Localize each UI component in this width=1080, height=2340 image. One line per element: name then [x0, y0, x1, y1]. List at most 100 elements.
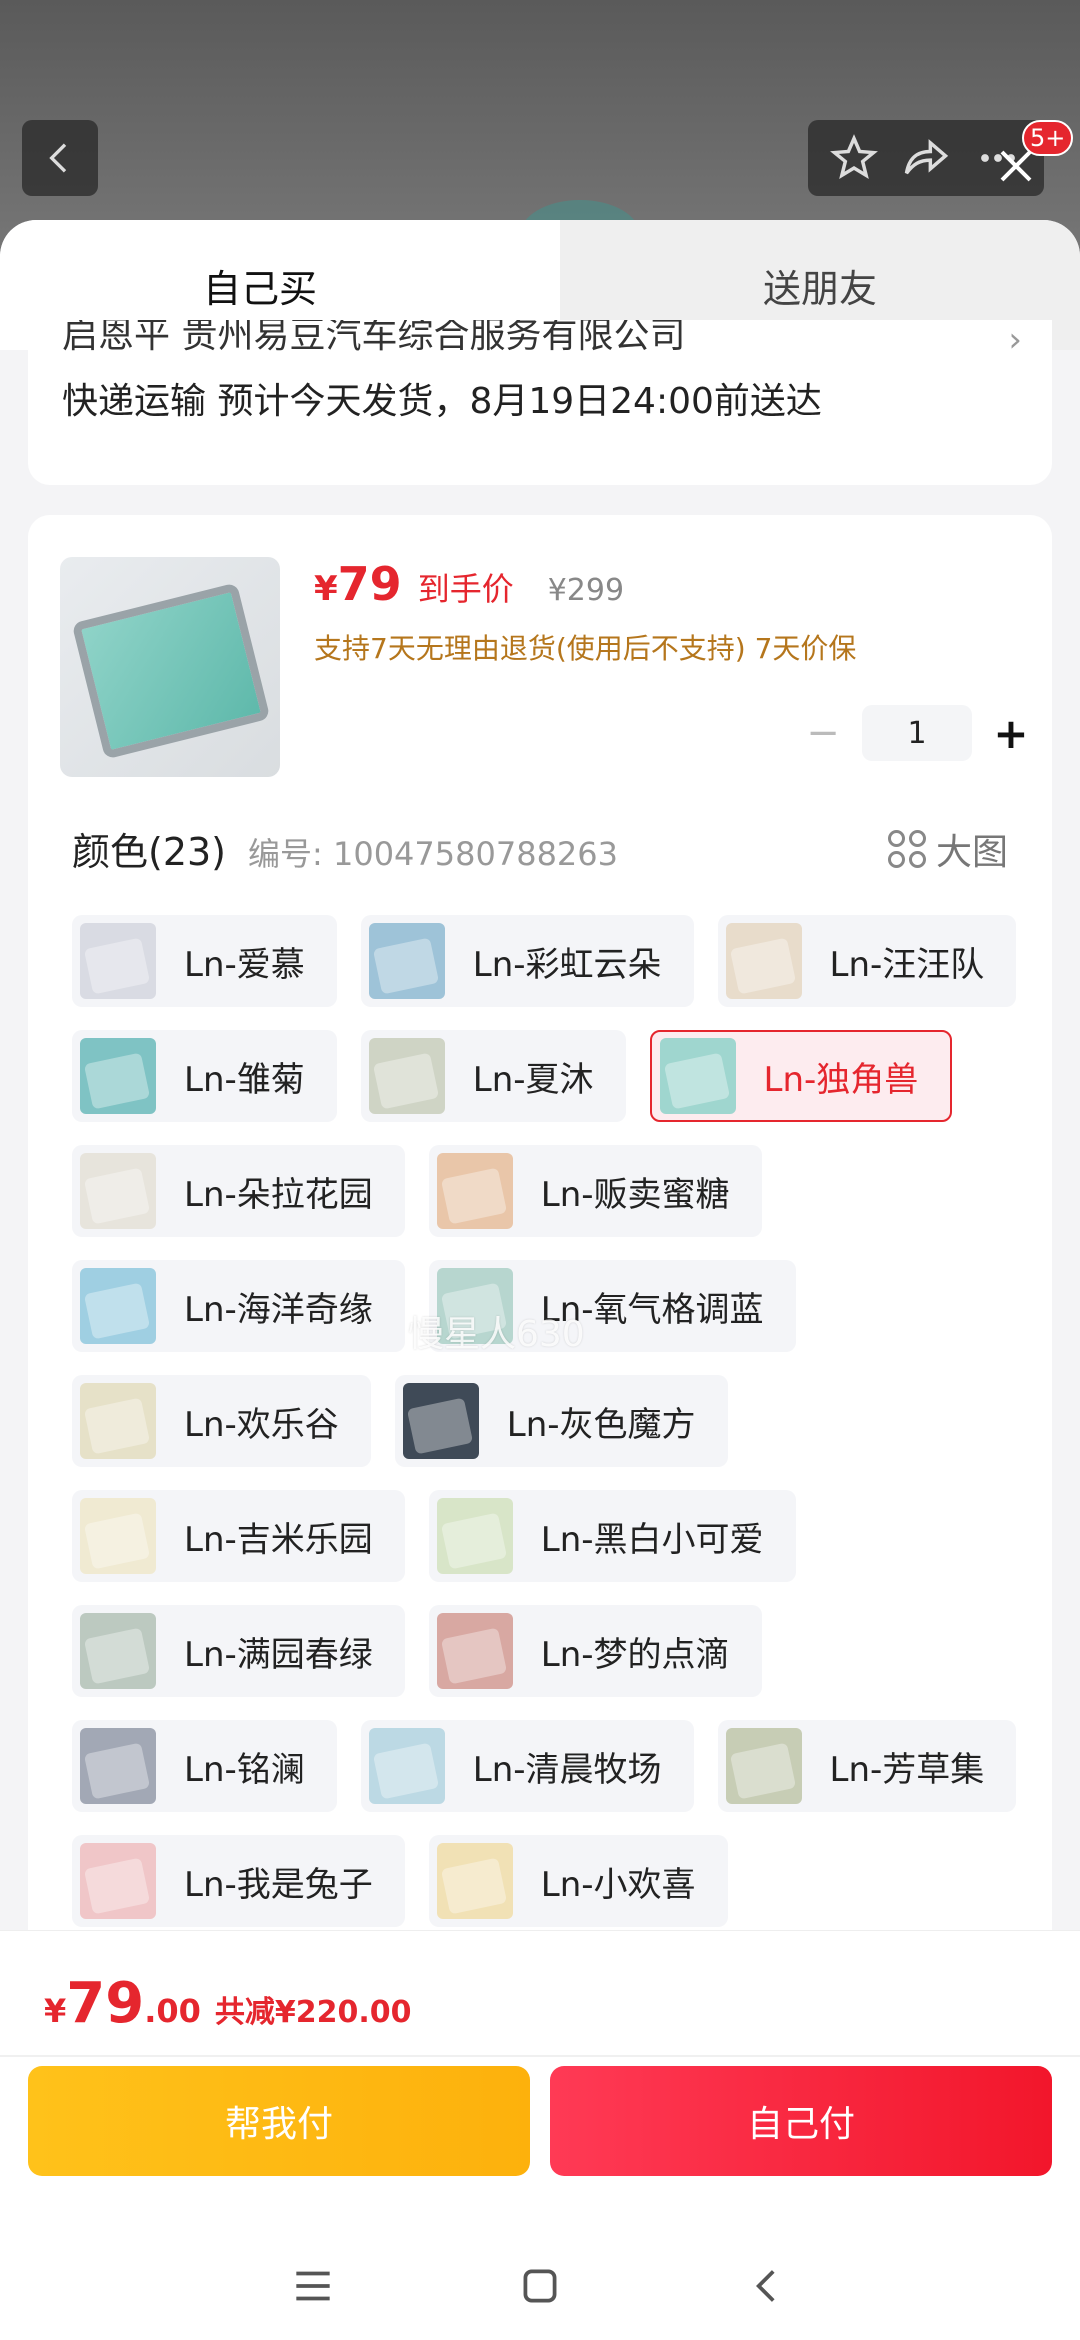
variant-chip[interactable]: Ln-夏沐 — [360, 1030, 626, 1122]
variant-swatch — [80, 1498, 156, 1574]
total-decimal: .00 — [144, 1992, 201, 2030]
variant-swatch — [80, 1038, 156, 1114]
color-header: 颜色(23) 编号: 10047580788263 — [72, 821, 618, 876]
menu-icon[interactable] — [288, 2261, 338, 2311]
variant-row: Ln-欢乐谷 Ln-灰色魔方 — [72, 1375, 1032, 1467]
help-pay-button[interactable]: 帮我付 — [28, 2066, 530, 2176]
variant-swatch — [368, 923, 445, 999]
product-code: 编号: 10047580788263 — [248, 835, 619, 873]
variant-chip[interactable]: Ln-满园春绿 — [72, 1605, 405, 1697]
variant-row: Ln-爱慕 Ln-彩虹云朵 Ln-汪汪队 — [72, 915, 1032, 1007]
address-line: 启恩平 贵州易豆汽车综合服务有限公司 — [62, 320, 686, 356]
home-icon[interactable] — [515, 2261, 565, 2311]
variant-chip[interactable]: Ln-彩虹云朵 — [360, 915, 694, 1007]
variant-row: Ln-朵拉花园 Ln-贩卖蜜糖 — [72, 1145, 1032, 1237]
variant-swatch — [436, 1613, 513, 1689]
variant-chip[interactable]: Ln-欢乐谷 — [72, 1375, 371, 1467]
variant-label: Ln-欢乐谷 — [184, 1404, 339, 1445]
quantity-value[interactable]: 1 — [862, 705, 972, 761]
variant-label: Ln-彩虹云朵 — [472, 944, 662, 985]
color-title: 颜色(23) — [72, 830, 227, 874]
variant-chip[interactable]: Ln-汪汪队 — [717, 915, 1017, 1007]
price-row: ¥ 79 到手价 ¥299 — [314, 557, 624, 611]
variant-swatch — [80, 1268, 156, 1344]
self-pay-button[interactable]: 自己付 — [550, 2066, 1052, 2176]
variant-swatch — [80, 1728, 156, 1804]
variant-chip[interactable]: Ln-清晨牧场 — [360, 1720, 694, 1812]
variant-chip[interactable]: Ln-氧气格调蓝 — [428, 1260, 796, 1352]
variant-swatch — [725, 1728, 802, 1804]
variant-chip[interactable]: Ln-雏菊 — [72, 1030, 337, 1122]
variant-chip[interactable]: Ln-小欢喜 — [428, 1835, 728, 1927]
total-price: ¥ 79 .00 共减¥220.00 — [44, 1971, 412, 2036]
variant-label: Ln-满园春绿 — [184, 1634, 373, 1675]
variant-label: Ln-汪汪队 — [829, 944, 985, 985]
variant-swatch — [80, 1613, 156, 1689]
shipping-info: 快递运输 预计今天发货，8月19日24:00前送达 — [62, 381, 822, 422]
original-price: ¥299 — [547, 573, 625, 608]
variant-label: Ln-朵拉花园 — [184, 1174, 373, 1215]
share-icon[interactable] — [900, 132, 952, 184]
close-button[interactable] — [988, 138, 1044, 194]
variant-swatch — [80, 923, 156, 999]
variant-chip[interactable]: Ln-黑白小可爱 — [428, 1490, 796, 1582]
chevron-right-icon: › — [1008, 320, 1022, 360]
variant-row: Ln-海洋奇缘 Ln-氧气格调蓝 — [72, 1260, 1032, 1352]
variant-label: Ln-夏沐 — [472, 1059, 594, 1100]
divider — [0, 2055, 1080, 2057]
back-button[interactable] — [22, 120, 98, 196]
variant-chip[interactable]: Ln-灰色魔方 — [394, 1375, 728, 1467]
variant-chip[interactable]: Ln-贩卖蜜糖 — [428, 1145, 762, 1237]
system-nav-bar — [0, 2231, 1080, 2340]
variant-label: Ln-灰色魔方 — [506, 1404, 696, 1445]
variant-list: Ln-爱慕 Ln-彩虹云朵 Ln-汪汪队 Ln-雏菊 Ln-夏沐 Ln-独角兽 Ln-朵拉花… — [72, 915, 1032, 1950]
variant-swatch — [368, 1728, 445, 1804]
product-thumbnail[interactable] — [60, 557, 280, 777]
variant-chip[interactable]: Ln-铭澜 — [72, 1720, 337, 1812]
variant-label: Ln-雏菊 — [184, 1059, 305, 1100]
total-symbol: ¥ — [44, 1992, 67, 2030]
return-policy: 支持7天无理由退货(使用后不支持) 7天价保 — [314, 632, 857, 665]
variant-row: Ln-我是兔子 Ln-小欢喜 — [72, 1835, 1032, 1927]
variant-chip[interactable]: Ln-海洋奇缘 — [72, 1260, 405, 1352]
increase-button[interactable]: + — [984, 709, 1038, 758]
variant-label: Ln-我是兔子 — [184, 1864, 373, 1905]
variant-swatch — [725, 923, 802, 999]
big-view-label: 大图 — [935, 832, 1008, 873]
decrease-button[interactable]: − — [796, 710, 850, 756]
variant-row: Ln-雏菊 Ln-夏沐 Ln-独角兽 — [72, 1030, 1032, 1122]
variant-row: Ln-铭澜 Ln-清晨牧场 Ln-芳草集 — [72, 1720, 1032, 1812]
quilt-image — [71, 582, 271, 760]
variant-swatch — [402, 1383, 479, 1459]
sku-card: ¥ 79 到手价 ¥299 支持7天无理由退货(使用后不支持) 7天价保 − 1… — [28, 515, 1052, 1965]
back-nav-icon[interactable] — [742, 2261, 792, 2311]
bottom-bar: ¥ 79 .00 共减¥220.00 帮我付 自己付 — [0, 1930, 1080, 2340]
address-card[interactable]: 启恩平 贵州易豆汽车综合服务有限公司 › 快递运输 预计今天发货，8月19日24… — [28, 320, 1052, 485]
variant-swatch — [659, 1038, 736, 1114]
variant-label: Ln-爱慕 — [184, 944, 305, 985]
variant-swatch — [368, 1038, 445, 1114]
variant-chip[interactable]: Ln-爱慕 — [72, 915, 337, 1007]
variant-chip[interactable]: Ln-梦的点滴 — [428, 1605, 762, 1697]
variant-chip[interactable]: Ln-独角兽 — [649, 1030, 953, 1122]
variant-swatch — [436, 1498, 513, 1574]
variant-chip[interactable]: Ln-我是兔子 — [72, 1835, 405, 1927]
star-icon[interactable] — [828, 132, 880, 184]
variant-chip[interactable]: Ln-朵拉花园 — [72, 1145, 405, 1237]
variant-chip[interactable]: Ln-吉米乐园 — [72, 1490, 405, 1582]
total-int: 79 — [66, 1971, 145, 2036]
variant-label: Ln-海洋奇缘 — [184, 1289, 373, 1330]
big-view-button[interactable]: 大图 — [887, 823, 1008, 875]
variant-swatch — [80, 1153, 156, 1229]
close-icon — [1000, 150, 1032, 182]
variant-label: Ln-芳草集 — [829, 1749, 985, 1790]
variant-label: Ln-铭澜 — [184, 1749, 305, 1790]
price-symbol: ¥ — [314, 569, 338, 609]
grid-icon — [887, 830, 926, 868]
variant-row: Ln-吉米乐园 Ln-黑白小可爱 — [72, 1490, 1032, 1582]
price-value: 79 — [337, 557, 402, 611]
variant-swatch — [80, 1843, 156, 1919]
variant-label: Ln-黑白小可爱 — [540, 1519, 764, 1560]
variant-chip[interactable]: Ln-芳草集 — [717, 1720, 1017, 1812]
variant-row: Ln-满园春绿 Ln-梦的点滴 — [72, 1605, 1032, 1697]
